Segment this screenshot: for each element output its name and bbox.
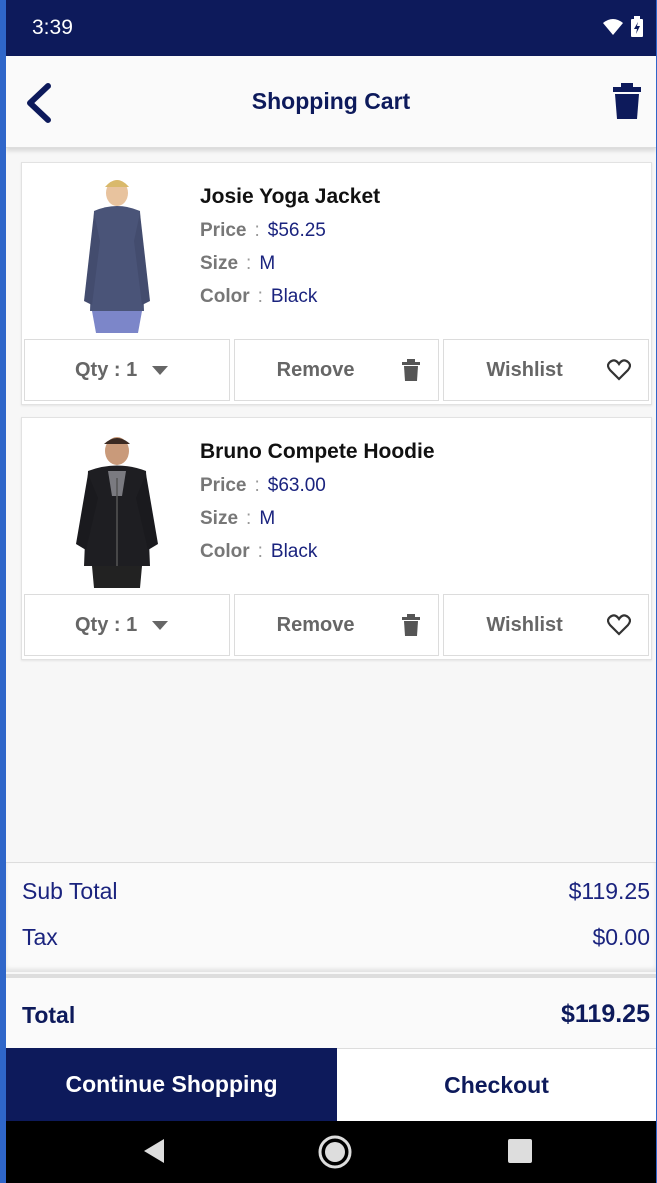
price-label: Price (200, 220, 247, 241)
dropdown-arrow-icon (152, 621, 168, 630)
wishlist-button[interactable]: Wishlist (443, 594, 650, 656)
color-value: Black (270, 541, 318, 562)
status-bar: 3:39 (6, 0, 656, 56)
clear-cart-trash-icon[interactable] (612, 82, 642, 120)
remove-button[interactable]: Remove (233, 339, 440, 401)
quantity-label: Qty : 1 (75, 614, 138, 636)
total-value: $119.25 (561, 1000, 650, 1028)
quantity-dropdown[interactable]: Qty : 1 (24, 339, 230, 401)
size-row: Size: M (200, 508, 276, 529)
trash-icon (401, 359, 420, 381)
wishlist-button[interactable]: Wishlist (443, 339, 650, 401)
size-value: M (259, 508, 276, 529)
quantity-dropdown[interactable]: Qty : 1 (24, 594, 230, 656)
color-label: Color (200, 541, 250, 562)
app-bar: Shopping Cart (6, 56, 656, 148)
wifi-icon (603, 19, 623, 35)
wishlist-label: Wishlist (486, 359, 563, 381)
continue-shopping-button[interactable]: Continue Shopping (6, 1048, 337, 1121)
product-image (76, 437, 158, 588)
product-image (84, 180, 150, 333)
cart-item: Bruno Compete Hoodie Price: $63.00 Size: M… (21, 417, 652, 660)
price-row: Price: $63.00 (200, 475, 326, 496)
size-row: Size: M (200, 253, 276, 274)
checkout-button[interactable]: Checkout (337, 1048, 656, 1121)
price-label: Price (200, 475, 247, 496)
status-time: 3:39 (32, 16, 73, 39)
cart-item: Josie Yoga Jacket Price: $56.25 Size: M Co… (21, 162, 652, 405)
wishlist-label: Wishlist (486, 614, 563, 636)
battery-charging-icon (631, 16, 643, 37)
price-row: Price: $56.25 (200, 220, 326, 241)
dropdown-arrow-icon (152, 366, 168, 375)
total-label: Total (22, 1002, 76, 1028)
size-label: Size (200, 508, 239, 529)
color-value: Black (270, 286, 318, 307)
nav-back-icon[interactable] (140, 1135, 168, 1167)
size-label: Size (200, 253, 239, 274)
item-actions: Qty : 1 Remove Wishlist (24, 594, 650, 656)
price-value: $56.25 (267, 220, 326, 241)
heart-icon (607, 359, 632, 381)
item-actions: Qty : 1 Remove Wishlist (24, 339, 650, 401)
quantity-label: Qty : 1 (75, 359, 138, 381)
subtotal-value: $119.25 (568, 878, 650, 904)
system-nav-bar (6, 1121, 656, 1183)
color-row: Color: Black (200, 286, 318, 307)
remove-button[interactable]: Remove (233, 594, 440, 656)
app-frame: 3:39 Shopping Cart Josie Yoga Jacket Pri… (0, 0, 657, 1183)
remove-label: Remove (276, 359, 355, 381)
total-row: Total $119.25 (6, 974, 656, 1048)
color-label: Color (200, 286, 250, 307)
tax-row: Tax $0.00 (22, 924, 650, 951)
nav-home-icon[interactable] (316, 1135, 354, 1173)
size-value: M (259, 253, 276, 274)
subtotal-label: Sub Total (22, 878, 118, 904)
nav-recents-icon[interactable] (506, 1135, 534, 1163)
page-title: Shopping Cart (251, 88, 411, 114)
heart-icon (607, 614, 632, 636)
subtotal-row: Sub Total $119.25 (22, 878, 650, 905)
remove-label: Remove (276, 614, 355, 636)
product-name[interactable]: Josie Yoga Jacket (200, 185, 380, 209)
color-row: Color: Black (200, 541, 318, 562)
tax-label: Tax (22, 924, 58, 950)
tax-value: $0.00 (592, 924, 650, 950)
product-name[interactable]: Bruno Compete Hoodie (200, 440, 435, 464)
price-value: $63.00 (267, 475, 326, 496)
order-summary: Sub Total $119.25 Tax $0.00 (6, 862, 656, 972)
trash-icon (401, 614, 420, 636)
